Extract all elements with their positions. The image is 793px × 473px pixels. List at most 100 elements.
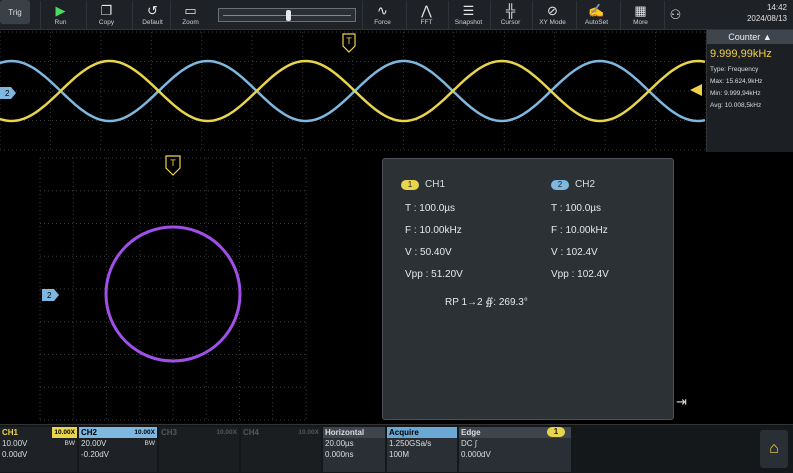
zoom-icon: ▭	[184, 2, 197, 18]
ch1-period: T : 100.0µs	[405, 203, 456, 214]
ch3-probe-tag: 10.00X	[216, 429, 237, 436]
toolbar: Trig ▶ Run ❐ Copy ↺ Default ▭ Zoom ∿ Force ⋀ FFT ☰ Sn…	[0, 0, 793, 30]
ch1-label: CH1	[2, 428, 19, 437]
toolbar-button-label: Default	[142, 18, 163, 26]
ch1-vpp: Vpp : 51.20V	[405, 269, 463, 280]
toolbar-button-label: FFT	[420, 18, 433, 26]
reset-icon: ↺	[147, 2, 158, 18]
zoom-button[interactable]: ▭ Zoom	[170, 1, 210, 29]
xy-mode-button[interactable]: ⊘ XY Mode	[532, 1, 572, 29]
copy-button[interactable]: ❐ Copy	[86, 1, 126, 29]
ch1-probe-tag: 10.00X	[52, 427, 77, 438]
ch2-badge: 2	[551, 179, 569, 190]
ch2-label: CH2	[81, 428, 98, 437]
slider-knob[interactable]	[285, 10, 291, 21]
toolbar-button-label: Force	[374, 18, 391, 26]
counter-max: Max: 15.624,9kHz	[710, 78, 763, 85]
edge-label: Edge	[461, 428, 481, 437]
force-icon: ∿	[377, 2, 388, 18]
ch3-label: CH3	[161, 428, 178, 437]
fft-icon: ⋀	[421, 2, 432, 18]
ch1-header: 1 CH1	[401, 179, 445, 190]
autoset-button[interactable]: ✍ AutoSet	[576, 1, 616, 29]
play-icon: ▶	[55, 2, 66, 18]
measurement-panel: 1 CH1 2 CH2 T : 100.0µs F : 10.00kHz V :…	[382, 158, 674, 420]
run-button[interactable]: ▶ Run	[40, 1, 80, 29]
snapshot-button[interactable]: ☰ Snapshot	[448, 1, 488, 29]
counter-type: Type: Frequency	[710, 66, 759, 73]
cursor-icon: ╬	[505, 2, 516, 18]
counter-min: Min: 9.999,94kHz	[710, 90, 761, 97]
ch1-voltage: V : 50.40V	[405, 247, 452, 258]
acquire-label: Acquire	[389, 428, 419, 437]
more-button[interactable]: ▦ More	[620, 1, 660, 29]
xy-ch2-marker-label: 2	[47, 291, 52, 300]
network-icon[interactable]: ⚇	[664, 1, 686, 29]
ch1-trigger-level-marker[interactable]	[690, 84, 702, 96]
edge-coupling: DC ∫	[461, 439, 477, 448]
clock-time: 14:42	[766, 3, 787, 12]
edge-source-badge: 1	[547, 427, 565, 437]
xy-trigger-marker[interactable]: T	[165, 155, 181, 176]
horizontal-timebase: 20.00µs	[325, 439, 354, 448]
ch2-probe-tag: 10.00X	[134, 429, 155, 436]
xy-mode-icon: ⊘	[547, 2, 558, 18]
toolbar-button-label: Cursor	[500, 18, 521, 26]
ch4-settings[interactable]: CH4 10.00X	[241, 427, 321, 472]
home-icon[interactable]: ⌂	[760, 430, 788, 468]
network-glyph: ⚇	[669, 7, 682, 22]
ch1-settings[interactable]: CH1 10.00X 10.00V BW 0.00dV	[0, 427, 77, 472]
ch1-offset: 0.00dV	[2, 450, 28, 459]
ch2-frequency: F : 10.00kHz	[551, 225, 608, 236]
counter-avg: Avg: 10.008,5kHz	[710, 102, 762, 109]
xy-trigger-label: T	[170, 158, 176, 168]
counter-header[interactable]: Counter ▲	[707, 30, 793, 44]
ch1-badge: 1	[401, 179, 419, 190]
ch2-title: CH2	[575, 179, 596, 190]
toolbar-button-label: Run	[54, 18, 67, 26]
fft-button[interactable]: ⋀ FFT	[406, 1, 446, 29]
cursor-button[interactable]: ╬ Cursor	[490, 1, 530, 29]
ch2-settings[interactable]: CH2 10.00X 20.00V BW -0.20dV	[79, 427, 157, 472]
ch1-scale: 10.00V	[2, 439, 28, 448]
timebase-slider[interactable]	[218, 8, 356, 22]
exit-icon[interactable]: ⇥	[676, 394, 687, 410]
clock-date: 2024/08/13	[746, 14, 787, 23]
counter-panel: Counter ▲ 9.999,99kHz Type: Frequency Ma…	[706, 30, 793, 152]
ch3-settings[interactable]: CH3 10.00X	[159, 427, 239, 472]
ch1-title: CH1	[425, 179, 446, 190]
horizontal-offset: 0.000ns	[325, 450, 354, 459]
copy-icon: ❐	[100, 2, 113, 18]
clock: 14:42 2024/08/13	[747, 2, 787, 24]
toolbar-button-label: Zoom	[182, 18, 199, 26]
waveform-display[interactable]: T 2	[0, 30, 707, 152]
toolbar-button-label: Snapshot	[454, 18, 483, 26]
counter-value: 9.999,99kHz	[710, 48, 772, 60]
trig-button[interactable]: Trig	[0, 0, 30, 24]
horizontal-settings[interactable]: Horizontal 20.00µs 0.000ns	[323, 427, 385, 472]
ch4-label: CH4	[243, 428, 260, 437]
ch2-scale: 20.00V	[81, 439, 107, 448]
ch4-probe-tag: 10.00X	[298, 429, 319, 436]
default-button[interactable]: ↺ Default	[132, 1, 172, 29]
ch2-bw-badge: BW	[144, 440, 155, 447]
trigger-position-marker[interactable]: T	[342, 33, 356, 53]
ch2-period: T : 100.0µs	[551, 203, 602, 214]
acquire-settings[interactable]: Acquire 1.250GSa/s 100M	[387, 427, 457, 472]
xy-ch2-marker[interactable]: 2	[42, 289, 59, 301]
acquire-depth: 100M	[389, 450, 410, 459]
toolbar-button-label: Copy	[98, 18, 115, 26]
ch2-level-marker[interactable]: 2	[0, 87, 16, 99]
phase-measurement: RP 1→2 ∯: 269.3°	[445, 297, 528, 308]
ch2-voltage: V : 102.4V	[551, 247, 598, 258]
force-button[interactable]: ∿ Force	[362, 1, 402, 29]
xy-grid	[39, 157, 307, 421]
more-icon: ▦	[634, 2, 647, 18]
collapse-icon[interactable]: ▲	[763, 32, 772, 42]
toolbar-button-label: AutoSet	[584, 18, 609, 26]
waveform-svg: T 2	[0, 31, 707, 151]
toolbar-button-label: XY Mode	[539, 18, 566, 26]
edge-level: 0.000dV	[461, 450, 491, 459]
trigger-settings[interactable]: Edge 1 DC ∫ 0.000dV	[459, 427, 571, 472]
acquire-rate: 1.250GSa/s	[389, 439, 432, 448]
